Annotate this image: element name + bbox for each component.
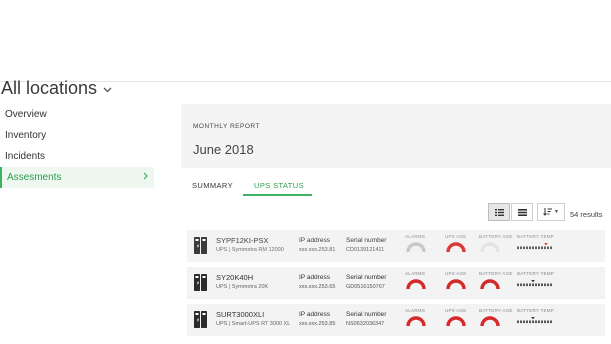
ups-model: UPS | Symmetra RM 12000 [216, 247, 284, 253]
battery-age-label: BATTERY AGE [479, 234, 513, 239]
active-tab-indicator [243, 194, 312, 196]
ip-address-label: IP address [299, 237, 330, 244]
battery-temp-scale [517, 243, 552, 250]
serial-number-label: Serial number [346, 237, 387, 244]
battery-age-gauge-icon [480, 242, 500, 253]
chevron-down-icon [103, 84, 112, 96]
tab-ups-status[interactable]: UPS STATUS [254, 181, 304, 190]
sidebar: Overview Inventory Incidents Assesments [0, 104, 154, 188]
battery-temp-bar [517, 243, 587, 250]
ip-address-label: IP address [299, 274, 330, 281]
ip-address-value: xxx.xxx.253.65 [299, 284, 336, 290]
battery-temp-indicator: BATTERY TEMP [517, 234, 587, 250]
caret-down-icon: ▼ [554, 209, 559, 215]
battery-age-gauge-icon [480, 316, 500, 327]
list-view-button[interactable] [488, 203, 510, 221]
sidebar-item-incidents[interactable]: Incidents [0, 146, 154, 167]
ups-model: UPS | Smart-UPS RT 3000 XL [216, 321, 291, 327]
report-tabs: SUMMARY UPS STATUS [181, 178, 611, 200]
sort-button[interactable]: ▼ [537, 203, 565, 221]
ups-age-gauge: UPS AGE [445, 234, 475, 253]
results-count: 54 results [570, 210, 603, 219]
ups-device-icon [194, 274, 207, 291]
report-label: MONTHLY REPORT [193, 123, 260, 130]
ups-age-label: UPS AGE [445, 234, 467, 239]
report-header: MONTHLY REPORT June 2018 [181, 104, 611, 168]
battery-temp-label: BATTERY TEMP [517, 308, 555, 313]
ups-name: SURT3000XLI [216, 310, 265, 319]
alarms-gauge-icon [406, 242, 426, 253]
ip-address-value: xxx.xxx.253.85 [299, 321, 336, 327]
tab-summary[interactable]: SUMMARY [192, 181, 233, 190]
battery-temp-scale [517, 317, 552, 324]
alarms-label: ALARMS [405, 271, 426, 276]
alarms-gauge-icon [406, 316, 426, 327]
ups-row[interactable]: SYPF12KI-PSX UPS | Symmetra RM 12000 IP ad… [187, 230, 605, 262]
battery-temp-scale [517, 280, 552, 287]
sidebar-item-assesments[interactable]: Assesments [0, 167, 154, 188]
battery-temp-indicator: BATTERY TEMP [517, 271, 587, 287]
ip-address-label: IP address [299, 311, 330, 318]
location-title: All locations [1, 78, 98, 98]
ups-device-icon [194, 237, 207, 254]
battery-temp-indicator: BATTERY TEMP [517, 308, 587, 324]
battery-age-gauge-icon [480, 279, 500, 290]
ups-icon [194, 311, 207, 333]
alarms-label: ALARMS [405, 234, 426, 239]
ups-age-gauge-icon [446, 316, 466, 327]
report-panel: MONTHLY REPORT June 2018 SUMMARY UPS STA… [181, 104, 611, 344]
serial-number-value: NS0632036347 [346, 321, 385, 327]
ups-age-label: UPS AGE [445, 308, 467, 313]
location-selector[interactable]: All locations [1, 78, 112, 99]
battery-age-label: BATTERY AGE [479, 271, 513, 276]
ups-icon [194, 274, 207, 296]
ip-address-value: xxx.xxx.253.81 [299, 247, 336, 253]
serial-number-label: Serial number [346, 311, 387, 318]
battery-temp-label: BATTERY TEMP [517, 234, 555, 239]
ups-age-label: UPS AGE [445, 271, 467, 276]
alarms-gauge: ALARMS [405, 271, 435, 290]
ups-age-gauge-icon [446, 242, 466, 253]
ups-model: UPS | Symmetra 20K [216, 284, 269, 290]
battery-age-gauge: BATTERY AGE [479, 234, 513, 253]
ups-row[interactable]: SURT3000XLI UPS | Smart-UPS RT 3000 XL IP … [187, 304, 605, 336]
sidebar-item-label: Overview [5, 109, 47, 120]
ups-list: SYPF12KI-PSX UPS | Symmetra RM 12000 IP ad… [187, 230, 611, 341]
alarms-gauge: ALARMS [405, 234, 435, 253]
serial-number-value: GD0516150767 [346, 284, 385, 290]
report-month: June 2018 [193, 142, 254, 157]
list-view-icon [494, 208, 504, 216]
battery-age-label: BATTERY AGE [479, 308, 513, 313]
ups-name: SY20K40H [216, 273, 254, 282]
sidebar-item-overview[interactable]: Overview [0, 104, 154, 125]
sidebar-item-label: Inventory [5, 130, 47, 141]
report-content: SUMMARY UPS STATUS ▼ 54 results SYPF12KI… [181, 168, 611, 344]
ups-age-gauge-icon [446, 279, 466, 290]
ups-age-gauge: UPS AGE [445, 308, 475, 327]
sidebar-item-label: Assesments [7, 172, 62, 183]
battery-temp-label: BATTERY TEMP [517, 271, 555, 276]
battery-temp-bar [517, 317, 587, 324]
alarms-gauge-icon [406, 279, 426, 290]
alarms-gauge: ALARMS [405, 308, 435, 327]
ups-device-icon [194, 311, 207, 328]
battery-age-gauge: BATTERY AGE [479, 308, 513, 327]
sidebar-item-inventory[interactable]: Inventory [0, 125, 154, 146]
alarms-label: ALARMS [405, 308, 426, 313]
battery-age-gauge: BATTERY AGE [479, 271, 513, 290]
view-toolbar: ▼ [488, 202, 565, 222]
ups-icon [194, 237, 207, 259]
ups-age-gauge: UPS AGE [445, 271, 475, 290]
table-view-button[interactable] [511, 203, 533, 221]
chevron-right-icon [143, 167, 148, 188]
ups-row[interactable]: SY20K40H UPS | Symmetra 20K IP address xxx.… [187, 267, 605, 299]
serial-number-value: CD0139121411 [346, 247, 385, 253]
battery-temp-bar [517, 280, 587, 287]
sort-icon [543, 208, 553, 216]
ups-name: SYPF12KI-PSX [216, 236, 269, 245]
sidebar-item-label: Incidents [5, 151, 46, 162]
table-view-icon [517, 208, 527, 216]
serial-number-label: Serial number [346, 274, 387, 281]
